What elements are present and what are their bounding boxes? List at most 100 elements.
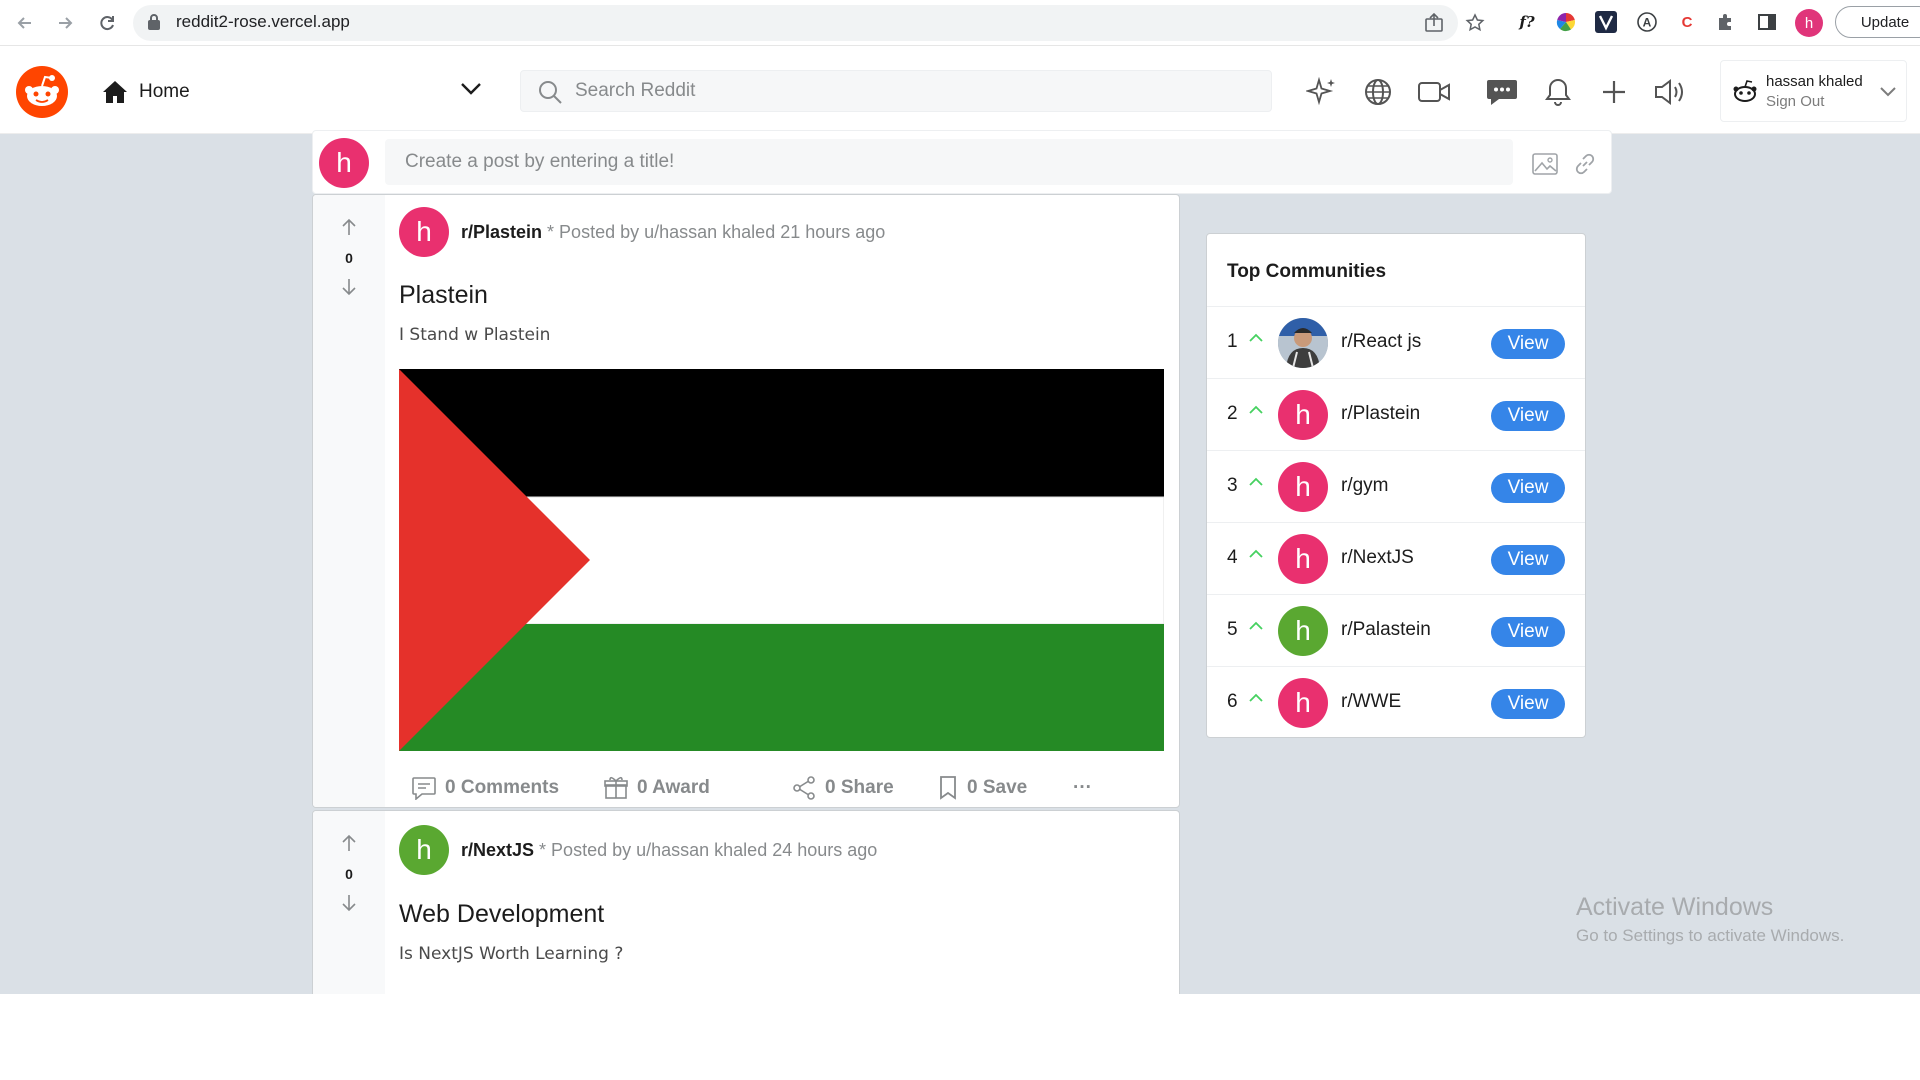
browser-toolbar: reddit2-rose.vercel.app f? A C h Update [0, 0, 1920, 46]
view-button[interactable]: View [1491, 329, 1565, 359]
avatar[interactable]: h [399, 207, 449, 257]
top-communities-card: Top Communities 1 r/React js View 2 h r/… [1206, 233, 1586, 738]
post-title[interactable]: Web Development [399, 900, 604, 929]
plus-icon[interactable] [1596, 74, 1632, 110]
chat-icon[interactable] [1484, 74, 1520, 110]
side-panel-icon[interactable] [1754, 9, 1780, 35]
search-input[interactable] [575, 71, 1255, 111]
community-rank: 2 [1227, 403, 1238, 424]
image-icon[interactable] [1531, 151, 1559, 177]
save-button[interactable]: 0 Save [937, 772, 1027, 804]
create-post-input[interactable] [385, 139, 1513, 185]
subreddit-link[interactable]: r/Plastein [461, 222, 542, 242]
post-body: Is NextJS Worth Learning ? [399, 944, 624, 964]
avatar[interactable]: h [319, 138, 369, 188]
vote-count: 0 [345, 250, 353, 266]
view-button[interactable]: View [1491, 473, 1565, 503]
url-text[interactable]: reddit2-rose.vercel.app [176, 12, 350, 32]
chevron-down-icon[interactable] [460, 82, 482, 101]
post-meta: r/NextJS * Posted by u/hassan khaled 24 … [461, 840, 877, 861]
post-card[interactable]: 0 h r/NextJS * Posted by u/hassan khaled… [312, 810, 1180, 1000]
community-row[interactable]: 6 h r/WWE View [1207, 666, 1585, 738]
subreddit-link[interactable]: r/NextJS [461, 840, 534, 860]
browser-profile-avatar[interactable]: h [1795, 9, 1823, 37]
community-row[interactable]: 4 h r/NextJS View [1207, 522, 1585, 594]
post-card[interactable]: 0 h r/Plastein * Posted by u/hassan khal… [312, 194, 1180, 808]
bookmark-icon [940, 776, 956, 800]
user-menu[interactable]: hassan khaled Sign Out [1720, 60, 1907, 122]
back-icon[interactable] [12, 10, 38, 36]
page-footer-blank [0, 994, 1920, 1080]
community-avatar-photo[interactable] [1278, 318, 1328, 368]
community-row[interactable]: 5 h r/Palastein View [1207, 594, 1585, 666]
community-name[interactable]: r/WWE [1341, 691, 1401, 713]
activate-windows-title: Activate Windows [1576, 893, 1774, 921]
community-rank: 1 [1227, 331, 1238, 352]
avatar[interactable]: h [1278, 534, 1328, 584]
more-options-button[interactable]: ··· [1073, 772, 1092, 804]
avatar[interactable]: h [1278, 462, 1328, 512]
post-meta: r/Plastein * Posted by u/hassan khaled 2… [461, 222, 885, 243]
post-byline: * Posted by u/hassan khaled 24 hours ago [534, 840, 878, 860]
speaker-icon[interactable] [1652, 74, 1688, 110]
sparkles-icon[interactable] [1304, 74, 1340, 110]
avatar[interactable]: h [1278, 606, 1328, 656]
community-name[interactable]: r/gym [1341, 475, 1389, 497]
community-row[interactable]: 1 r/React js View [1207, 306, 1585, 378]
post-image-flag[interactable] [399, 369, 1164, 751]
extension-fonts[interactable]: f? [1514, 9, 1540, 35]
globe-icon[interactable] [1360, 74, 1396, 110]
v-extension-icon[interactable] [1593, 9, 1619, 35]
post-title[interactable]: Plastein [399, 281, 488, 310]
reddit-logo[interactable] [16, 66, 68, 118]
community-row[interactable]: 3 h r/gym View [1207, 450, 1585, 522]
reload-icon[interactable] [94, 10, 120, 36]
view-button[interactable]: View [1491, 617, 1565, 647]
community-rank: 3 [1227, 475, 1238, 496]
sign-out-link[interactable]: Sign Out [1766, 93, 1824, 110]
avatar[interactable]: h [1278, 390, 1328, 440]
avatar[interactable]: h [399, 825, 449, 875]
c-extension-icon[interactable]: C [1674, 9, 1700, 35]
video-icon[interactable] [1416, 74, 1452, 110]
chevron-down-icon[interactable] [1879, 85, 1897, 103]
community-row[interactable]: 2 h r/Plastein View [1207, 378, 1585, 450]
post-byline: * Posted by u/hassan khaled 21 hours ago [542, 222, 886, 242]
view-button[interactable]: View [1491, 401, 1565, 431]
save-label: 0 Save [967, 777, 1028, 798]
view-button[interactable]: View [1491, 545, 1565, 575]
award-label: 0 Award [637, 777, 710, 798]
a-extension-letter: A [1643, 16, 1652, 30]
community-name[interactable]: r/NextJS [1341, 547, 1414, 569]
lock-icon[interactable] [147, 13, 161, 36]
puzzle-icon[interactable] [1713, 9, 1739, 35]
forward-icon[interactable] [52, 10, 78, 36]
upvote-arrow-icon[interactable] [337, 215, 361, 239]
bell-icon[interactable] [1540, 74, 1576, 110]
search-bar[interactable] [520, 70, 1272, 112]
a-extension-icon[interactable]: A [1634, 9, 1660, 35]
view-button[interactable]: View [1491, 689, 1565, 719]
user-name: hassan khaled [1766, 73, 1863, 90]
downvote-arrow-icon[interactable] [337, 275, 361, 299]
home-label[interactable]: Home [139, 81, 190, 103]
home-icon[interactable] [102, 80, 128, 109]
downvote-arrow-icon[interactable] [337, 891, 361, 915]
avatar[interactable]: h [1278, 678, 1328, 728]
link-icon[interactable] [1571, 151, 1599, 177]
chevron-up-icon [1247, 403, 1265, 422]
post-body: I Stand w Plastein [399, 325, 551, 345]
award-button[interactable]: 0 Award [603, 772, 710, 804]
share-icon[interactable] [1422, 11, 1446, 35]
upvote-arrow-icon[interactable] [337, 831, 361, 855]
community-name[interactable]: r/Palastein [1341, 619, 1431, 641]
share-button[interactable]: 0 Share [791, 772, 894, 804]
community-name[interactable]: r/React js [1341, 331, 1421, 353]
color-wheel-icon[interactable] [1553, 9, 1579, 35]
activate-windows-subtitle: Go to Settings to activate Windows. [1576, 926, 1845, 945]
comments-button[interactable]: 0 Comments [411, 772, 559, 804]
community-name[interactable]: r/Plastein [1341, 403, 1420, 425]
bookmark-star-icon[interactable] [1463, 11, 1487, 35]
update-button[interactable]: Update [1835, 6, 1920, 38]
share-label: 0 Share [825, 777, 894, 798]
